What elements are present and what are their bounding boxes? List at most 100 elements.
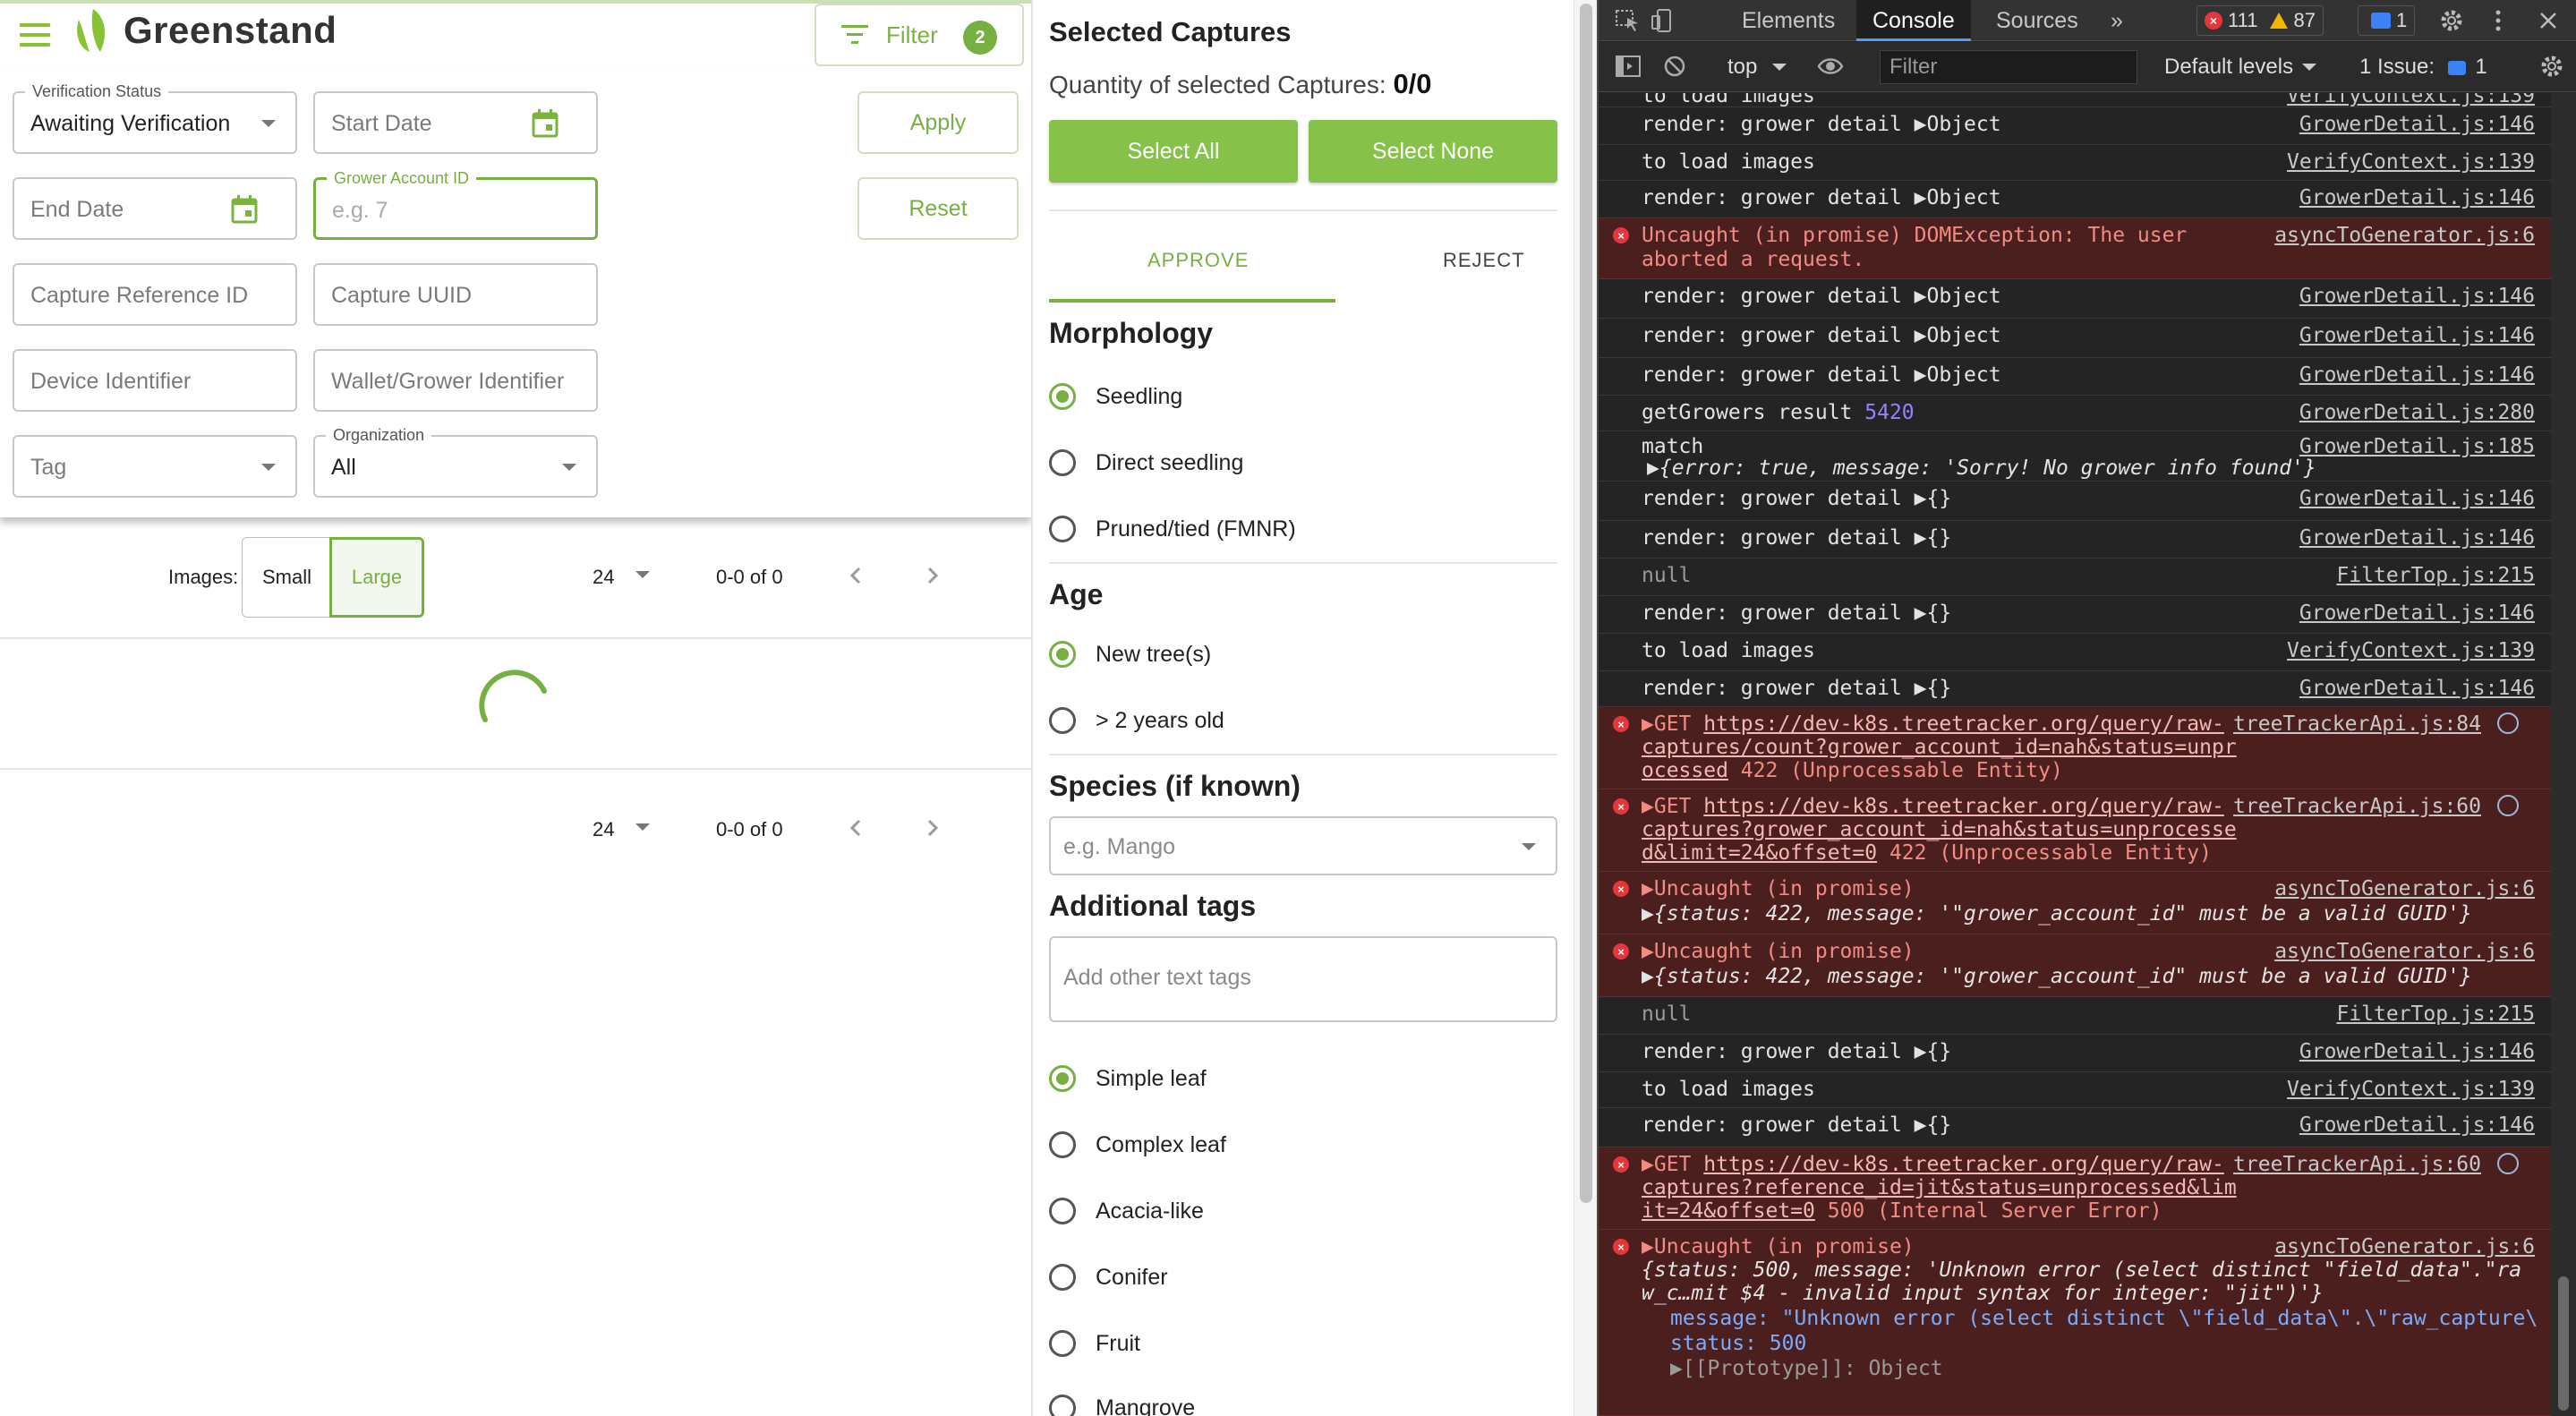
tag-option-fruit[interactable]: Fruit [1049, 1330, 1140, 1357]
start-date-field[interactable]: Start Date [313, 91, 598, 154]
tag-option-conifer[interactable]: Conifer [1049, 1264, 1168, 1291]
age-option-new[interactable]: New tree(s) [1049, 641, 1211, 668]
sidebar-toggle-icon[interactable] [1615, 55, 1642, 78]
context-select[interactable]: top [1727, 55, 1757, 80]
filter-panel: Verification Status Awaiting Verificatio… [0, 70, 1031, 517]
grower-account-id-field[interactable]: Grower Account ID e.g. 7 [313, 169, 598, 240]
radio-checked-icon[interactable] [1049, 1065, 1076, 1092]
issues-button[interactable]: 1 Issue: 1 [2359, 55, 2487, 80]
radio-checked-icon[interactable] [1049, 383, 1076, 410]
console-filter-input[interactable]: Filter [1880, 50, 2137, 84]
console-object-preview[interactable]: ▶{status: 422, message: '"grower_account… [1642, 902, 2472, 926]
tab-console[interactable]: Console [1856, 0, 1971, 41]
capture-reference-id-field[interactable]: Capture Reference ID [13, 263, 297, 326]
network-panel-icon[interactable] [2497, 712, 2519, 734]
console-scrollbar-thumb[interactable] [2558, 1276, 2569, 1411]
morphology-option-seedling[interactable]: Seedling [1049, 383, 1182, 410]
tab-reject[interactable]: REJECT [1443, 249, 1525, 272]
console-error-row: × ▶Uncaught (in promise) ▶{status: 422, … [1599, 872, 2553, 934]
additional-tags-input[interactable]: Add other text tags [1049, 936, 1557, 1022]
request-url-link[interactable]: https://dev-k8s.treetracker.org/query/ra… [1703, 795, 2224, 818]
tag-option-simple-leaf[interactable]: Simple leaf [1049, 1065, 1207, 1092]
hamburger-menu-icon[interactable] [20, 23, 50, 47]
request-url-link[interactable]: https://dev-k8s.treetracker.org/query/ra… [1703, 1153, 2224, 1176]
tag-select[interactable]: Tag [13, 435, 297, 498]
organization-select[interactable]: Organization All [313, 426, 598, 498]
chevron-right-icon[interactable] [922, 566, 942, 585]
device-identifier-field[interactable]: Device Identifier [13, 349, 297, 412]
log-levels-select[interactable]: Default levels [2164, 55, 2293, 80]
tag-option-mangrove[interactable]: Mangrove [1049, 1395, 1195, 1416]
more-tabs-button[interactable]: » [2111, 0, 2123, 41]
morphology-option-direct-seedling[interactable]: Direct seedling [1049, 449, 1243, 476]
console-prototype[interactable]: ▶[[Prototype]]: Object [1670, 1357, 1943, 1381]
radio-checked-icon[interactable] [1049, 641, 1076, 668]
calendar-icon[interactable] [532, 109, 559, 138]
console-object-preview[interactable]: {status: 500, message: 'Unknown error (s… [1642, 1258, 2521, 1283]
issue-counters[interactable]: × 111 87 [2196, 5, 2324, 36]
more-options-icon[interactable] [2485, 9, 2512, 32]
chevron-down-icon[interactable] [635, 823, 650, 831]
sidebar-scrollbar-thumb[interactable] [1580, 4, 1592, 1203]
filter-button[interactable]: Filter 2 [815, 4, 1024, 66]
clear-console-icon[interactable] [1661, 55, 1688, 78]
network-panel-icon[interactable] [2497, 1153, 2519, 1174]
message-counter[interactable]: 1 [2358, 5, 2416, 36]
organization-value: All [331, 455, 356, 480]
chevron-left-icon[interactable] [847, 566, 866, 585]
image-size-small-button[interactable]: Small [242, 537, 331, 618]
close-devtools-icon[interactable] [2535, 9, 2562, 32]
error-icon: × [1613, 1239, 1629, 1255]
rows-per-page-select[interactable]: 24 [593, 818, 614, 841]
radio-unchecked-icon[interactable] [1049, 516, 1076, 542]
species-select[interactable]: e.g. Mango [1049, 816, 1557, 875]
image-size-large-button[interactable]: Large [329, 537, 424, 618]
select-none-button[interactable]: Select None [1309, 120, 1557, 183]
age-option-old[interactable]: > 2 years old [1049, 707, 1224, 734]
wallet-grower-identifier-field[interactable]: Wallet/Grower Identifier [313, 349, 598, 412]
settings-gear-icon[interactable] [2438, 9, 2465, 32]
radio-unchecked-icon[interactable] [1049, 449, 1076, 476]
sidebar-scrollbar[interactable] [1574, 0, 1597, 1416]
reset-button[interactable]: Reset [857, 177, 1019, 240]
apply-button[interactable]: Apply [857, 91, 1019, 154]
radio-unchecked-icon[interactable] [1049, 1264, 1076, 1291]
brand-logo[interactable]: Greenstand [73, 7, 337, 54]
inspect-element-icon[interactable] [1615, 9, 1642, 32]
end-date-field[interactable]: End Date [13, 177, 297, 240]
morphology-option-pruned[interactable]: Pruned/tied (FMNR) [1049, 516, 1296, 542]
tag-option-acacia-like[interactable]: Acacia-like [1049, 1198, 1204, 1224]
capture-uuid-field[interactable]: Capture UUID [313, 263, 598, 326]
chevron-down-icon[interactable] [635, 571, 650, 578]
console-row: render: grower detail ▶{} GrowerDetail.j… [1599, 1108, 2553, 1147]
console-object-preview[interactable]: ▶{error: true, message: 'Sorry! No growe… [1647, 456, 2316, 481]
tag-option-complex-leaf[interactable]: Complex leaf [1049, 1131, 1226, 1158]
additional-tags-placeholder: Add other text tags [1063, 965, 1251, 990]
warning-count: 87 [2293, 9, 2316, 31]
network-panel-icon[interactable] [2497, 795, 2519, 816]
tab-sources[interactable]: Sources [1996, 0, 2078, 41]
chevron-left-icon[interactable] [847, 818, 866, 838]
radio-unchecked-icon[interactable] [1049, 1395, 1076, 1416]
tab-elements[interactable]: Elements [1742, 0, 1835, 41]
request-url-link[interactable]: https://dev-k8s.treetracker.org/query/ra… [1703, 712, 2224, 736]
device-toolbar-icon[interactable] [1649, 9, 1676, 32]
radio-unchecked-icon[interactable] [1049, 1131, 1076, 1158]
live-expression-eye-icon[interactable] [1817, 55, 1844, 78]
radio-unchecked-icon[interactable] [1049, 707, 1076, 734]
chevron-right-icon[interactable] [922, 818, 942, 838]
console-settings-gear-icon[interactable] [2538, 55, 2565, 78]
console-object-preview[interactable]: ▶{status: 422, message: '"grower_account… [1642, 965, 2472, 989]
calendar-icon[interactable] [231, 195, 258, 224]
select-all-button[interactable]: Select All [1049, 120, 1298, 183]
tab-approve[interactable]: APPROVE [1147, 249, 1249, 272]
radio-unchecked-icon[interactable] [1049, 1198, 1076, 1224]
verification-status-select[interactable]: Verification Status Awaiting Verificatio… [13, 82, 297, 154]
console-scrollbar[interactable] [2551, 93, 2576, 1416]
verification-status-label: Verification Status [25, 82, 169, 101]
tag-placeholder: Tag [30, 455, 67, 480]
radio-unchecked-icon[interactable] [1049, 1330, 1076, 1357]
chevron-down-icon[interactable] [1772, 64, 1787, 71]
rows-per-page-select[interactable]: 24 [593, 566, 614, 589]
chevron-down-icon[interactable] [2302, 64, 2316, 71]
